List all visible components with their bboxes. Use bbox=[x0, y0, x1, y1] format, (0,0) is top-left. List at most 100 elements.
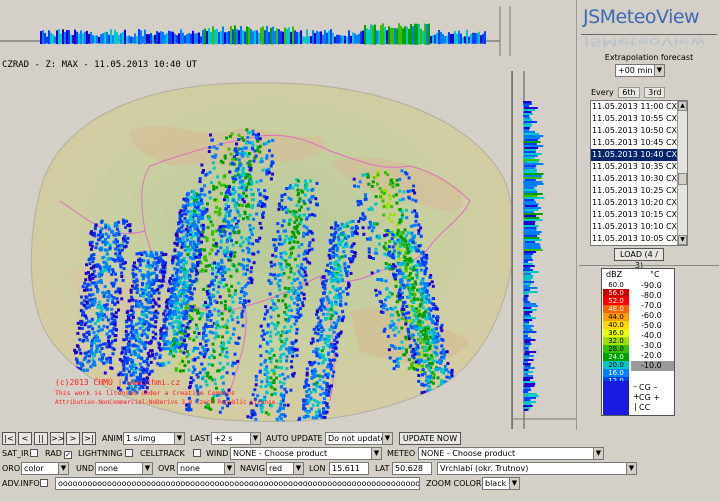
radar-echo bbox=[343, 254, 347, 258]
radar-echo bbox=[223, 303, 227, 307]
radar-echo bbox=[248, 168, 252, 172]
update-now-button[interactable]: UPDATE NOW bbox=[399, 432, 461, 445]
time-list-item[interactable]: 11.05.2013 10:15 CX bbox=[591, 209, 687, 221]
last-select[interactable]: +2 s ▼ bbox=[211, 432, 261, 445]
load-button[interactable]: LOAD (4 / 3) bbox=[614, 248, 664, 270]
radar-echo bbox=[321, 275, 325, 279]
radar-echo bbox=[105, 248, 109, 252]
every-3rd-tab[interactable]: 3rd bbox=[644, 87, 666, 98]
radar-echo bbox=[102, 361, 106, 365]
last-frame-button[interactable]: >| bbox=[82, 432, 96, 445]
lightning-label: LIGHTNING bbox=[78, 449, 123, 458]
radar-echo bbox=[225, 371, 229, 375]
profile-bar bbox=[523, 203, 539, 205]
first-frame-button[interactable]: |< bbox=[2, 432, 16, 445]
radar-echo bbox=[454, 389, 458, 393]
profile-bar bbox=[184, 35, 186, 44]
time-list-item[interactable]: 11.05.2013 10:25 CX bbox=[591, 185, 687, 197]
radar-echo bbox=[403, 228, 407, 232]
celltrack-checkbox[interactable] bbox=[193, 447, 201, 460]
sat-ir-checkbox[interactable] bbox=[30, 447, 38, 460]
scroll-up-icon[interactable]: ▲ bbox=[678, 101, 687, 111]
radar-echo bbox=[269, 339, 273, 343]
time-list-item[interactable]: 11.05.2013 10:10 CX bbox=[591, 221, 687, 233]
every-6th-tab[interactable]: 6th bbox=[618, 87, 640, 98]
und-select[interactable]: none ▼ bbox=[95, 462, 153, 475]
radar-echo bbox=[343, 224, 347, 228]
time-list-item[interactable]: 11.05.2013 10:55 CX bbox=[591, 113, 687, 125]
radar-echo bbox=[414, 348, 418, 352]
radar-echo bbox=[129, 336, 133, 340]
time-list-item[interactable]: 11.05.2013 10:35 CX bbox=[591, 161, 687, 173]
radar-echo bbox=[240, 236, 244, 240]
time-list-item[interactable]: 11.05.2013 10:30 CX bbox=[591, 173, 687, 185]
profile-bar bbox=[218, 31, 220, 44]
profile-bar bbox=[524, 407, 531, 409]
radar-echo bbox=[251, 226, 255, 230]
rad-checkbox[interactable]: ✓ bbox=[64, 447, 72, 460]
adv-info-field[interactable]: oooooooooooooooooooooooooooooooooooooooo… bbox=[55, 477, 420, 490]
lat-field[interactable]: 50.628 bbox=[392, 462, 432, 475]
radar-echo bbox=[383, 246, 387, 250]
radar-echo bbox=[391, 253, 395, 256]
radar-echo bbox=[174, 232, 178, 236]
radar-echo bbox=[140, 273, 144, 277]
radar-echo bbox=[265, 309, 269, 313]
lon-field[interactable]: 15.611 bbox=[329, 462, 369, 475]
extrapolation-select[interactable]: +00 min ▼ bbox=[615, 64, 665, 77]
radar-echo bbox=[276, 281, 280, 285]
anim-select[interactable]: 1 s/img ▼ bbox=[123, 432, 185, 445]
next-frame-button[interactable]: > bbox=[66, 432, 80, 445]
lightning-checkbox[interactable] bbox=[125, 447, 133, 460]
auto-update-select[interactable]: Do not update ▼ bbox=[325, 432, 393, 445]
radar-echo bbox=[325, 295, 329, 299]
radar-echo bbox=[268, 292, 272, 296]
time-list-item[interactable]: 11.05.2013 10:45 CX bbox=[591, 137, 687, 149]
time-list-item[interactable]: 11.05.2013 10:40 CX bbox=[591, 149, 687, 161]
radar-echo bbox=[289, 325, 293, 329]
dbz-swatch: 40.0 bbox=[603, 321, 629, 329]
wind-select[interactable]: NONE - Choose product ▼ bbox=[230, 447, 382, 460]
radar-echo bbox=[313, 331, 317, 335]
radar-echo bbox=[272, 381, 276, 384]
zoom-color-select[interactable]: black ▼ bbox=[482, 477, 520, 490]
profile-bar bbox=[162, 31, 164, 44]
time-list-scrollbar[interactable]: ▲ ▼ bbox=[677, 101, 687, 245]
radar-map-graphic[interactable]: (c)2013 ČHMÚ | www.chmi.cz This work is … bbox=[0, 71, 512, 429]
radar-echo bbox=[224, 283, 228, 287]
ovr-select[interactable]: none ▼ bbox=[177, 462, 235, 475]
meteo-select[interactable]: NONE - Choose product ▼ bbox=[418, 447, 604, 460]
radar-echo bbox=[323, 307, 327, 311]
radar-echo bbox=[363, 198, 367, 201]
radar-map[interactable]: (c)2013 ČHMÚ | www.chmi.cz This work is … bbox=[0, 71, 512, 429]
play-button[interactable]: >> bbox=[50, 432, 64, 445]
profile-bar bbox=[400, 25, 402, 45]
radar-echo bbox=[287, 308, 291, 312]
radar-echo bbox=[293, 315, 297, 319]
prev-frame-button[interactable]: < bbox=[18, 432, 32, 445]
navig-select[interactable]: red ▼ bbox=[266, 462, 304, 475]
profile-bar bbox=[390, 27, 392, 45]
time-list-item[interactable]: 11.05.2013 10:20 CX bbox=[591, 197, 687, 209]
oro-select[interactable]: color ▼ bbox=[21, 462, 69, 475]
scroll-thumb[interactable] bbox=[678, 173, 687, 185]
adv-info-checkbox[interactable] bbox=[40, 477, 48, 490]
radar-echo bbox=[357, 219, 361, 223]
radar-echo bbox=[388, 239, 392, 243]
radar-echo bbox=[207, 150, 211, 153]
radar-echo bbox=[176, 309, 180, 313]
time-list-item[interactable]: 11.05.2013 10:05 CX bbox=[591, 233, 687, 245]
radar-echo bbox=[404, 335, 408, 339]
scroll-down-icon[interactable]: ▼ bbox=[678, 235, 687, 245]
radar-echo bbox=[374, 195, 378, 198]
pause-button[interactable]: || bbox=[34, 432, 48, 445]
radar-echo bbox=[416, 327, 420, 331]
time-list[interactable]: 11.05.2013 11:00 CX 11.05.2013 10:55 CX 11… bbox=[590, 100, 688, 246]
radar-echo bbox=[190, 309, 193, 312]
radar-echo bbox=[246, 415, 250, 419]
time-list-item[interactable]: 11.05.2013 11:00 CX bbox=[591, 101, 687, 113]
radar-echo bbox=[145, 361, 149, 365]
location-select[interactable]: Vrchlabí (okr. Trutnov) ▼ bbox=[437, 462, 637, 475]
time-list-item[interactable]: 11.05.2013 10:50 CX bbox=[591, 125, 687, 137]
profile-bar bbox=[524, 313, 530, 315]
